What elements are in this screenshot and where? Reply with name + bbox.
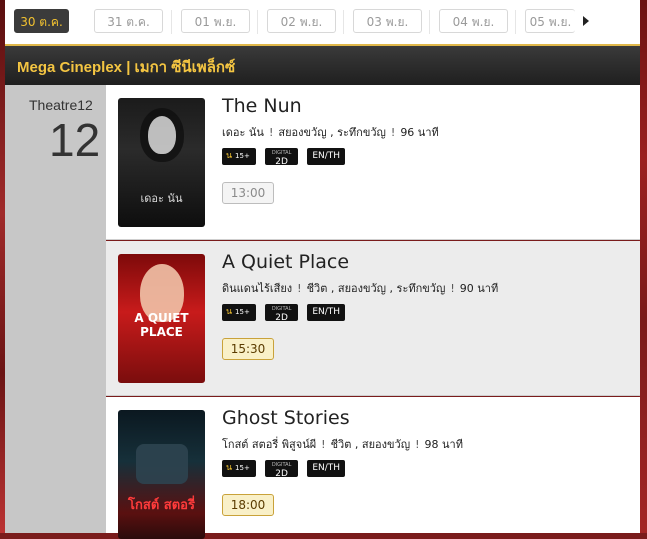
movie-duration: 90 นาที (459, 282, 499, 295)
movie-genre: ชีวิต , สยองขวัญ , ระทึกขวัญ (306, 282, 446, 295)
date-separator (171, 10, 172, 34)
language-badge: EN/TH (307, 304, 346, 321)
info-separator: ! (415, 438, 420, 451)
poster-title-text: เดอะ นัน (140, 192, 183, 205)
rating-badge: น 15+ (222, 304, 256, 321)
info-separator: ! (297, 282, 302, 295)
info-separator: ! (390, 126, 396, 139)
theatre-label: Theatre12 (29, 97, 93, 113)
date-selector-bar: 30 ต.ค. 31 ต.ค. 01 พ.ย. 02 พ.ย. 03 พ.ย. … (5, 0, 640, 45)
movie-badges: น 15+ DIGITAL 2D EN/TH (222, 304, 349, 323)
movie-thai-title: เดอะ นัน (222, 126, 264, 139)
date-tab-04[interactable]: 04 พ.ย. (439, 9, 508, 33)
theatre-number: 12 (49, 114, 101, 166)
date-tab-01[interactable]: 01 พ.ย. (181, 9, 250, 33)
movie-title[interactable]: Ghost Stories (222, 407, 350, 429)
date-tab-31[interactable]: 31 ต.ค. (94, 9, 163, 33)
movie-badges: น 15+ DIGITAL 2D EN/TH (222, 148, 349, 167)
movie-title[interactable]: The Nun (222, 95, 302, 117)
date-tab-05[interactable]: 05 พ.ย. (525, 9, 575, 33)
background-right-edge (639, 0, 647, 533)
movie-title[interactable]: A Quiet Place (222, 251, 349, 273)
showtime-button[interactable]: 18:00 (222, 494, 274, 516)
date-separator (343, 10, 344, 34)
movie-thai-title: โกสต์ สตอรี่ พิสูจน์ผี (222, 438, 317, 451)
movie-row: โกสต์ สตอรี่ Ghost Stories โกสต์ สตอรี่ … (106, 397, 640, 539)
movie-thai-title: ดินแดนไร้เสียง (222, 282, 293, 295)
date-tab-02[interactable]: 02 พ.ย. (267, 9, 336, 33)
info-separator: ! (450, 282, 455, 295)
movie-poster[interactable]: โกสต์ สตอรี่ (118, 410, 205, 539)
date-separator (257, 10, 258, 34)
movie-row: A QUIET PLACE A Quiet Place ดินแดนไร้เสี… (106, 241, 640, 396)
movie-genre: สยองขวัญ , ระทึกขวัญ (278, 126, 386, 139)
theatre-column: Theatre12 12 (5, 85, 106, 533)
info-separator: ! (268, 126, 274, 139)
movie-duration: 98 นาที (424, 438, 463, 451)
movie-info: เดอะ นัน! สยองขวัญ , ระทึกขวัญ! 96 นาที (222, 123, 439, 141)
rating-badge: น 15+ (222, 148, 256, 165)
movie-row: เดอะ นัน The Nun เดอะ นัน! สยองขวัญ , ระท… (106, 85, 640, 240)
date-separator (429, 10, 430, 34)
next-dates-arrow-icon[interactable] (583, 16, 589, 26)
date-tab-30[interactable]: 30 ต.ค. (14, 9, 69, 33)
poster-figure (136, 444, 188, 484)
date-tab-03[interactable]: 03 พ.ย. (353, 9, 422, 33)
movie-info: โกสต์ สตอรี่ พิสูจน์ผี! ชีวิต , สยองขวัญ!… (222, 435, 463, 453)
showtime-button[interactable]: 15:30 (222, 338, 274, 360)
language-badge: EN/TH (307, 460, 346, 477)
poster-title-text: โกสต์ สตอรี่ (128, 498, 195, 513)
movie-badges: น 15+ DIGITAL 2D EN/TH (222, 460, 349, 479)
poster-figure (148, 116, 176, 154)
language-badge: EN/TH (307, 148, 346, 165)
movie-info: ดินแดนไร้เสียง! ชีวิต , สยองขวัญ , ระทึกข… (222, 279, 498, 297)
format-badge: DIGITAL 2D (265, 304, 299, 323)
cinema-name: Mega Cineplex | เมกา ซีนีเพล็กซ์ (17, 59, 236, 76)
info-separator: ! (321, 438, 326, 451)
movie-poster[interactable]: A QUIET PLACE (118, 254, 205, 383)
format-badge: DIGITAL 2D (265, 460, 299, 479)
showtime-button[interactable]: 13:00 (222, 182, 274, 204)
date-separator (515, 10, 516, 34)
cinema-header: Mega Cineplex | เมกา ซีนีเพล็กซ์ (5, 44, 640, 85)
rating-badge: น 15+ (222, 460, 256, 477)
movie-poster[interactable]: เดอะ นัน (118, 98, 205, 227)
poster-title-text: A QUIET PLACE (134, 311, 189, 339)
movie-duration: 96 นาที (400, 126, 439, 139)
format-badge: DIGITAL 2D (265, 148, 299, 167)
movie-genre: ชีวิต , สยองขวัญ (330, 438, 411, 451)
